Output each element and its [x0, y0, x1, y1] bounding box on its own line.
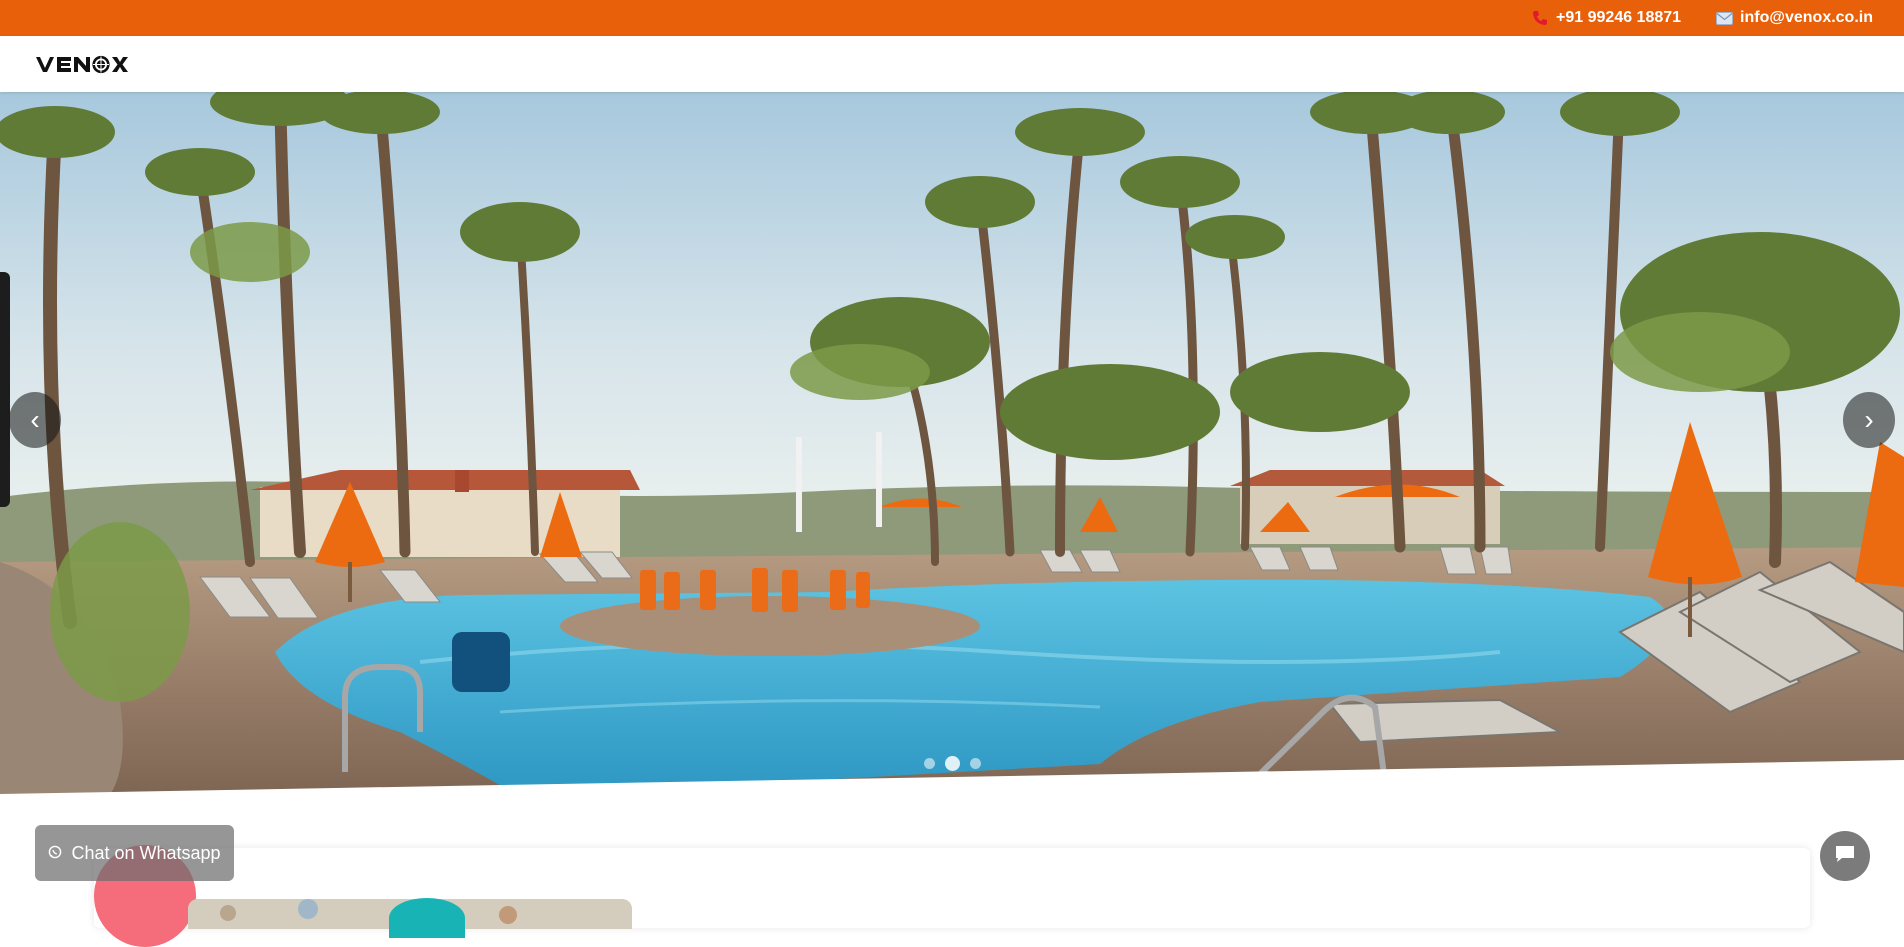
whatsapp-chat-button[interactable]: Chat on Whatsapp: [35, 825, 234, 881]
mail-icon: [1715, 9, 1733, 27]
phone-number[interactable]: +91 99246 18871: [1556, 9, 1681, 27]
whatsapp-icon: [48, 843, 62, 864]
side-tab[interactable]: [0, 272, 10, 507]
chevron-left-icon: ‹: [30, 404, 40, 435]
phone-icon: [1531, 9, 1549, 27]
hero-slider[interactable]: ‹ ›: [0, 92, 1904, 802]
top-contact-bar: +91 99246 18871 info@venox.co.in: [0, 0, 1904, 36]
chevron-right-icon: ›: [1864, 404, 1874, 435]
phone-contact[interactable]: +91 99246 18871: [1531, 9, 1681, 27]
logo[interactable]: [35, 51, 130, 77]
chat-bubble-icon: [1834, 844, 1856, 869]
hero-pool-image: [0, 92, 1904, 802]
slider-dot-1[interactable]: [924, 758, 935, 769]
decorative-blob: [389, 898, 465, 938]
slider-prev-button[interactable]: ‹: [9, 392, 61, 448]
slider-pagination: [924, 756, 981, 771]
slider-dot-3[interactable]: [970, 758, 981, 769]
slider-next-button[interactable]: ›: [1843, 392, 1895, 448]
whatsapp-label: Chat on Whatsapp: [71, 842, 221, 863]
email-address[interactable]: info@venox.co.in: [1740, 9, 1873, 27]
site-header: [0, 36, 1904, 92]
slider-dot-2[interactable]: [945, 756, 960, 771]
live-chat-button[interactable]: [1820, 831, 1870, 881]
email-contact[interactable]: info@venox.co.in: [1715, 9, 1873, 27]
